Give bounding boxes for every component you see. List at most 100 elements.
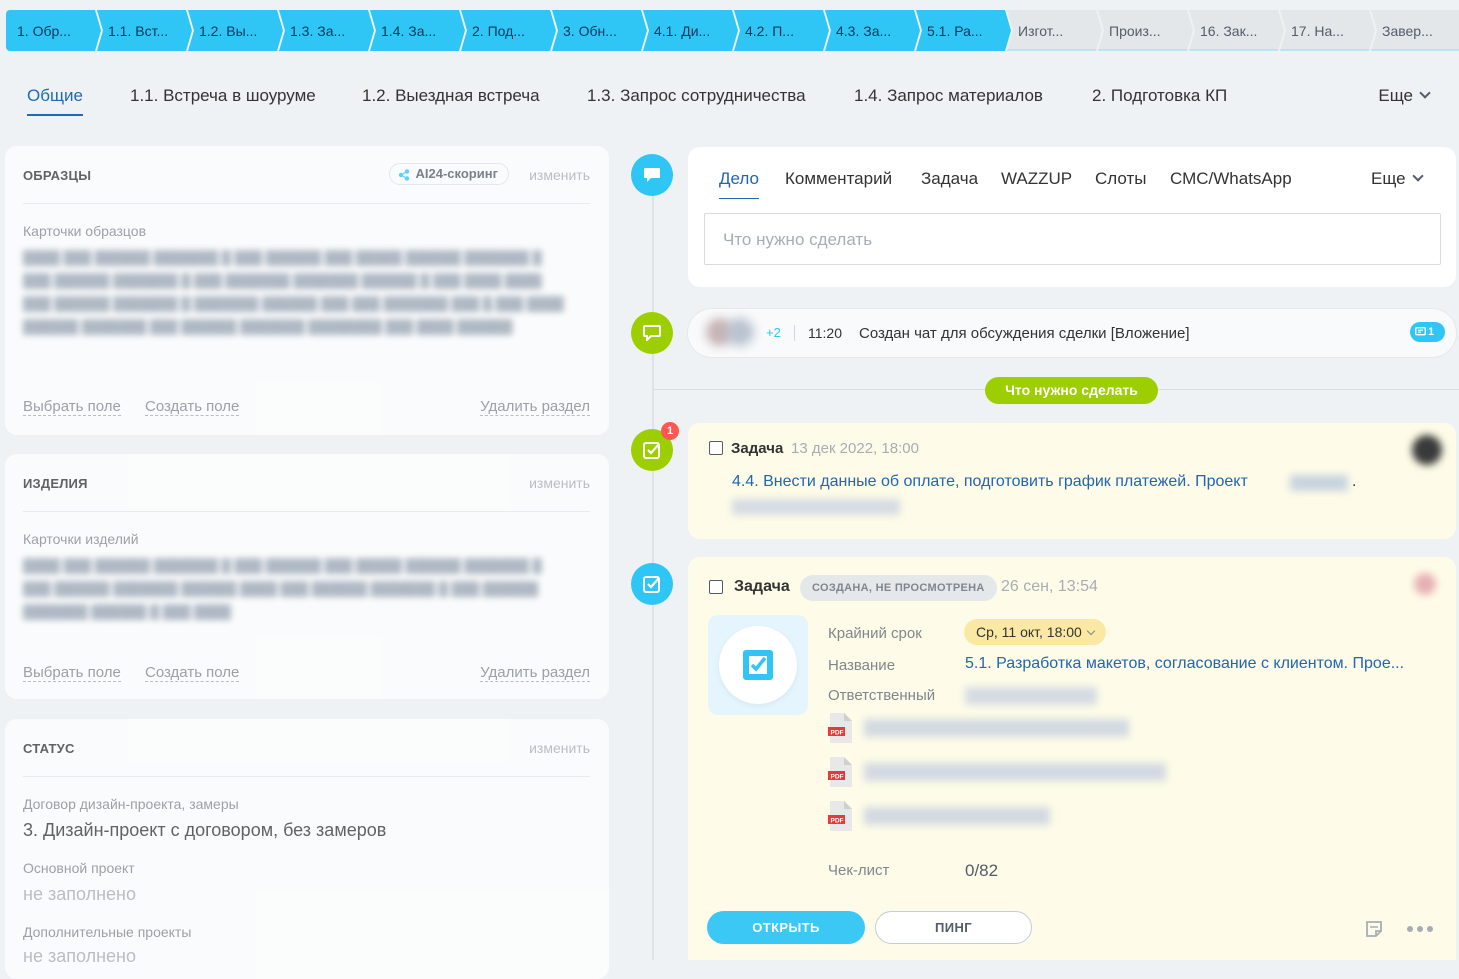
task-item: Задача 13 дек 2022, 18:00 4.4. Внести да… xyxy=(688,423,1456,539)
blurred-products-list: ████ ███ ██████ ███████ █ ███ ██████ ███… xyxy=(23,558,542,619)
tab-wazzup[interactable]: WAZZUP xyxy=(1001,169,1072,189)
avatar-group[interactable] xyxy=(706,316,768,348)
task-complete-checkbox[interactable] xyxy=(709,441,723,455)
tab-field-meeting[interactable]: 1.2. Выездная встреча xyxy=(362,86,540,106)
stage-7[interactable]: 3. Обн... xyxy=(552,10,647,51)
stage-10[interactable]: 4.3. За... xyxy=(825,10,920,51)
svg-text:PDF: PDF xyxy=(831,730,844,737)
event-time: 11:20 xyxy=(808,325,842,341)
checklist-progress[interactable]: 0/82 xyxy=(965,861,998,881)
todo-section-label: Что нужно сделать xyxy=(985,377,1158,404)
task-checkbox-icon xyxy=(743,650,773,680)
stage-13[interactable]: Произ... xyxy=(1098,10,1193,51)
field-value: 3. Дизайн-проект с договором, без замеро… xyxy=(23,820,387,840)
comments-counter[interactable]: 1 xyxy=(1410,322,1445,342)
stage-label: Произ... xyxy=(1109,22,1161,39)
tab-deal[interactable]: Дело xyxy=(719,169,759,199)
stage-15[interactable]: 17. На... xyxy=(1280,10,1375,51)
create-field-link[interactable]: Создать поле xyxy=(145,398,240,416)
blurred-samples-list: ████ ███ ██████ ███████ █ ███ ██████ ███… xyxy=(23,250,564,334)
select-field-link[interactable]: Выбрать поле xyxy=(23,664,121,682)
stage-label: Завер... xyxy=(1382,22,1433,39)
file-name[interactable] xyxy=(864,763,1166,781)
avatar[interactable] xyxy=(1414,573,1436,595)
tab-comment[interactable]: Комментарий xyxy=(785,169,892,189)
stage-11[interactable]: 5.1. Ра... xyxy=(916,10,1011,51)
pdf-file-icon: PDF xyxy=(828,757,852,787)
stage-label: 1. Обр... xyxy=(17,22,71,39)
delete-section-link[interactable]: Удалить раздел xyxy=(480,398,590,416)
responsible-person[interactable] xyxy=(965,687,1097,705)
field-label: Договор дизайн-проекта, замеры xyxy=(23,796,239,812)
stage-label: 16. Зак... xyxy=(1200,22,1258,39)
field-value: не заполнено xyxy=(23,884,136,904)
stage-9[interactable]: 4.2. П... xyxy=(734,10,829,51)
tab-task[interactable]: Задача xyxy=(921,169,978,189)
task-icon xyxy=(631,563,673,605)
ping-button[interactable]: ПИНГ xyxy=(875,911,1032,944)
edit-link[interactable]: изменить xyxy=(529,167,590,183)
stage-label: 17. На... xyxy=(1291,22,1344,39)
stage-1[interactable]: 1. Обр... xyxy=(6,10,101,51)
activity-more-button[interactable]: Еще xyxy=(1371,169,1424,189)
stage-2[interactable]: 1.1. Вст... xyxy=(97,10,192,51)
stage-5[interactable]: 1.4. За... xyxy=(370,10,465,51)
stage-label: Изгот... xyxy=(1018,22,1064,39)
stage-3[interactable]: 1.2. Вы... xyxy=(188,10,283,51)
checkbox-icon xyxy=(643,576,660,593)
stage-label: 1.1. Вст... xyxy=(108,22,169,39)
tab-showroom-meeting[interactable]: 1.1. Встреча в шоуруме xyxy=(130,86,316,106)
edit-link[interactable]: изменить xyxy=(529,475,590,491)
file-name[interactable] xyxy=(864,719,1129,737)
file-name[interactable] xyxy=(864,807,1050,825)
stage-label: 4.3. За... xyxy=(836,22,892,39)
more-dots-icon[interactable] xyxy=(1406,925,1434,933)
section-title: ИЗДЕЛИЯ xyxy=(23,476,88,491)
deadline-label: Крайний срок xyxy=(828,625,922,642)
counter-badge: 1 xyxy=(661,422,679,440)
tabs-more-button[interactable]: Еще xyxy=(1378,86,1431,106)
note-icon[interactable] xyxy=(1364,919,1384,939)
select-field-link[interactable]: Выбрать поле xyxy=(23,398,121,416)
chat-created-event[interactable]: +2 11:20 Создан чат для обсуждения сделк… xyxy=(688,309,1456,357)
stage-8[interactable]: 4.1. Ди... xyxy=(643,10,738,51)
more-label: Еще xyxy=(1371,169,1406,188)
tab-slots[interactable]: Слоты xyxy=(1095,169,1146,189)
edit-link[interactable]: изменить xyxy=(529,740,590,756)
tab-proposal[interactable]: 2. Подготовка КП xyxy=(1092,86,1227,106)
deadline-value: Ср, 11 окт, 18:00 xyxy=(976,624,1082,640)
deadline-picker[interactable]: Ср, 11 окт, 18:00 xyxy=(964,619,1106,645)
stage-12[interactable]: Изгот... xyxy=(1007,10,1102,51)
stage-6[interactable]: 2. Под... xyxy=(461,10,556,51)
divider xyxy=(23,776,590,777)
status-badge: СОЗДАНА, НЕ ПРОСМОТРЕНА xyxy=(800,575,997,601)
stage-16[interactable]: Завер... xyxy=(1371,10,1459,51)
section-title: СТАТУС xyxy=(23,741,75,756)
stage-14[interactable]: 16. Зак... xyxy=(1189,10,1284,51)
stage-4[interactable]: 1.3. За... xyxy=(279,10,374,51)
task-date: 13 дек 2022, 18:00 xyxy=(791,440,919,457)
checklist-label: Чек-лист xyxy=(828,862,890,879)
task-complete-checkbox[interactable] xyxy=(709,580,723,594)
todo-input[interactable]: Что нужно сделать xyxy=(704,213,1441,265)
tab-cooperation-request[interactable]: 1.3. Запрос сотрудничества xyxy=(587,86,806,106)
task-name-link[interactable]: 5.1. Разработка макетов, согласование с … xyxy=(965,655,1404,673)
responsible-label: Ответственный xyxy=(828,687,936,704)
section-tabs: Общие 1.1. Встреча в шоуруме 1.2. Выездн… xyxy=(27,82,1431,122)
more-label: Еще xyxy=(1378,86,1413,105)
avatar[interactable] xyxy=(1412,435,1442,465)
task-title: Задача xyxy=(734,578,790,595)
tab-general[interactable]: Общие xyxy=(27,86,83,116)
create-field-link[interactable]: Создать поле xyxy=(145,664,240,682)
delete-section-link[interactable]: Удалить раздел xyxy=(480,664,590,682)
chevron-down-icon xyxy=(1411,170,1424,182)
chevron-down-icon xyxy=(1419,87,1431,99)
ai-scoring-badge[interactable]: AI24-скоринг xyxy=(388,163,509,185)
tab-materials-request[interactable]: 1.4. Запрос материалов xyxy=(854,86,1043,106)
stage-label: 1.4. За... xyxy=(381,22,437,39)
task-link[interactable]: 4.4. Внести данные об оплате, подготовит… xyxy=(732,473,1248,491)
task-date: 26 сен, 13:54 xyxy=(1001,578,1098,595)
chevron-down-icon xyxy=(1086,626,1096,636)
open-task-button[interactable]: ОТКРЫТЬ xyxy=(707,911,865,944)
tab-sms-whatsapp[interactable]: СМС/WhatsApp xyxy=(1170,169,1292,189)
